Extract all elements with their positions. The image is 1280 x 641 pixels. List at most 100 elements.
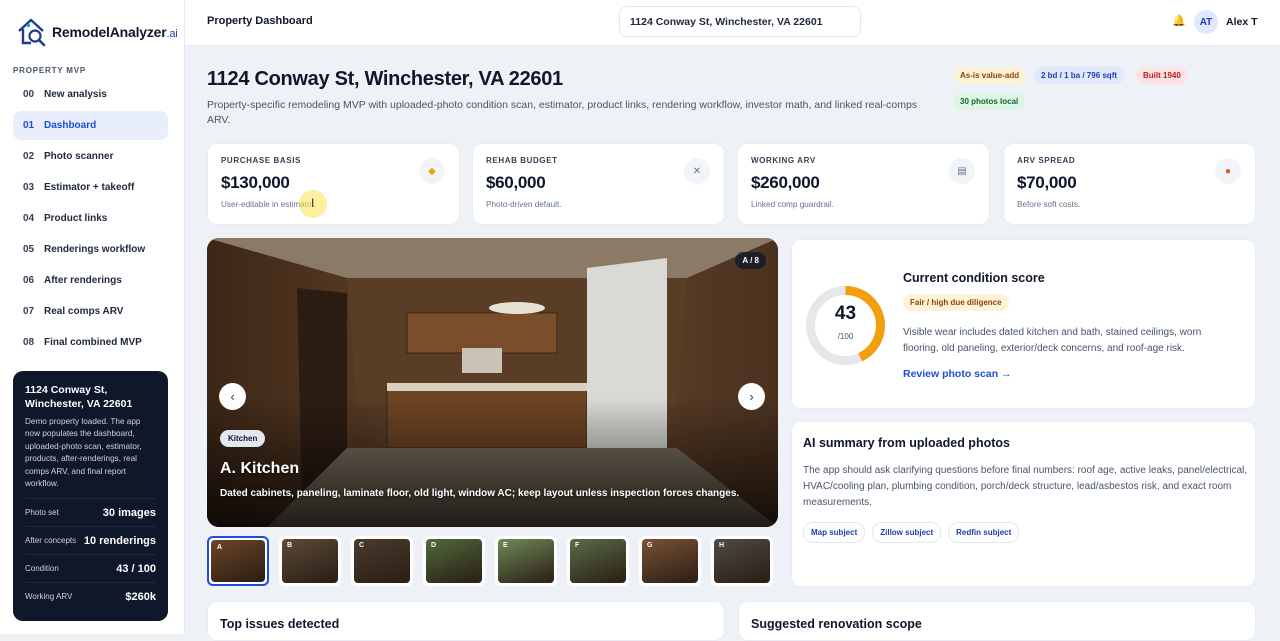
kpi-value: $60,000 <box>486 173 546 192</box>
score-ring-chart <box>806 286 885 365</box>
nav-item-label: Final combined MVP <box>44 337 142 348</box>
room-tag: Kitchen <box>220 430 266 447</box>
bell-icon[interactable]: 🔔 <box>1172 14 1186 27</box>
app-logo[interactable]: RemodelAnalyzer.ai <box>16 16 178 48</box>
kpi-note: Photo-driven default. <box>486 200 562 209</box>
thumbnail-letter: D <box>431 542 437 549</box>
nav-item-number: 01 <box>23 120 35 131</box>
badge-year-built: Built 1940 <box>1136 67 1188 84</box>
thumbnail-letter: F <box>575 542 580 549</box>
sidebar-item-dashboard[interactable]: 01 Dashboard <box>13 111 168 140</box>
thumbnail-letter: E <box>503 542 508 549</box>
nav-item-label: Photo scanner <box>44 151 114 162</box>
photo-counter: A / 8 <box>735 252 766 269</box>
ai-summary-card: AI summary from uploaded photos The app … <box>791 421 1256 587</box>
photo-viewer[interactable]: A / 8 ‹ › Kitchen A. Kitchen Dated cabin… <box>207 238 778 527</box>
redfin-subject-link[interactable]: Redfin subject <box>948 522 1020 543</box>
sidebar-item-estimator-takeoff[interactable]: 03 Estimator + takeoff <box>13 173 168 202</box>
nav-item-label: Real comps ARV <box>44 306 124 317</box>
property-summary-card: 1124 Conway St, Winchester, VA 22601 Dem… <box>13 371 168 621</box>
zillow-subject-link[interactable]: Zillow subject <box>872 522 942 543</box>
condition-title: Current condition score <box>903 271 1045 285</box>
condition-card: 43 /100 Current condition score Fair / h… <box>791 239 1256 409</box>
sidebar-item-new-analysis[interactable]: 00 New analysis <box>13 80 168 109</box>
renovation-scope-card: Suggested renovation scope <box>738 601 1256 641</box>
thumbnail-letter: A <box>217 544 223 551</box>
kpi-note: Before soft costs. <box>1017 200 1081 209</box>
thumbnail-letter: G <box>647 542 653 549</box>
logo-text: RemodelAnalyzer.ai <box>52 24 178 40</box>
nav-item-label: After renderings <box>44 275 122 286</box>
summary-stat: After concepts 10 renderings <box>25 526 156 554</box>
nav-item-label: Estimator + takeoff <box>44 182 135 193</box>
text-cursor-icon: I <box>311 196 315 210</box>
sidebar-item-after-renderings[interactable]: 06 After renderings <box>13 266 168 295</box>
kpi-label: REHAB BUDGET <box>486 156 558 165</box>
kpi-value: $70,000 <box>1017 173 1077 192</box>
thumbnail-e[interactable]: E <box>495 536 557 586</box>
nav-item-number: 00 <box>23 89 35 100</box>
thumbnail-letter: B <box>287 542 293 549</box>
mouse-cursor-highlight: I <box>299 190 327 218</box>
address-search-input[interactable] <box>619 6 861 37</box>
badge-photo-count: 30 photos local <box>953 93 1026 110</box>
nav-section-label: PROPERTY MVP <box>13 66 87 75</box>
kpi-purchase-basis[interactable]: PURCHASE BASIS $130,000 User-editable in… <box>207 143 460 225</box>
user-name[interactable]: Alex T <box>1226 16 1258 28</box>
nav-item-number: 07 <box>23 306 35 317</box>
prev-photo-button[interactable]: ‹ <box>219 383 246 410</box>
nav-item-label: Product links <box>44 213 108 224</box>
kpi-arv-spread[interactable]: ARV SPREAD $70,000 Before soft costs. ● <box>1003 143 1256 225</box>
nav-item-label: Dashboard <box>44 120 97 131</box>
nav-item-label: Renderings workflow <box>44 244 146 255</box>
thumbnail-h[interactable]: H <box>711 536 773 586</box>
thumbnail-g[interactable]: G <box>639 536 701 586</box>
condition-rating-badge: Fair / high due diligence <box>903 294 1009 311</box>
kpi-value: $260,000 <box>751 173 820 192</box>
nav-item-number: 08 <box>23 337 35 348</box>
thumbnail-a[interactable]: A <box>207 536 269 586</box>
avatar[interactable]: AT <box>1194 10 1218 34</box>
thumbnail-b[interactable]: B <box>279 536 341 586</box>
condition-score-ring: 43 /100 <box>803 283 888 368</box>
ai-summary-title: AI summary from uploaded photos <box>803 436 1010 450</box>
nav-item-number: 06 <box>23 275 35 286</box>
thumbnail-d[interactable]: D <box>423 536 485 586</box>
thumbnail-c[interactable]: C <box>351 536 413 586</box>
stat-label: After concepts <box>25 536 77 546</box>
photo-description: Dated cabinets, paneling, laminate floor… <box>220 488 740 499</box>
nav-item-number: 02 <box>23 151 35 162</box>
kitchen-photo <box>207 238 778 527</box>
sidebar-item-final-combined-mvp[interactable]: 08 Final combined MVP <box>13 328 168 357</box>
next-photo-button[interactable]: › <box>738 383 765 410</box>
house-magnifier-icon <box>18 18 46 47</box>
thumbnail-f[interactable]: F <box>567 536 629 586</box>
property-title: 1124 Conway St, Winchester, VA 22601 <box>207 68 563 90</box>
stat-label: Photo set <box>25 508 59 518</box>
sidebar: RemodelAnalyzer.ai PROPERTY MVP 00 New an… <box>0 0 185 634</box>
summary-description: Demo property loaded. The app now popula… <box>25 417 142 489</box>
stat-value: 30 images <box>102 506 156 519</box>
badge-value-add: As-is value-add <box>953 67 1027 84</box>
photo-title: A. Kitchen <box>220 460 300 477</box>
sidebar-item-photo-scanner[interactable]: 02 Photo scanner <box>13 142 168 171</box>
kpi-working-arv[interactable]: WORKING ARV $260,000 Linked comp guardra… <box>737 143 990 225</box>
kpi-rehab-budget[interactable]: REHAB BUDGET $60,000 Photo-driven defaul… <box>472 143 725 225</box>
summary-stat: Working ARV $260k <box>25 582 156 610</box>
map-subject-link[interactable]: Map subject <box>803 522 866 543</box>
nav-item-number: 03 <box>23 182 35 193</box>
property-subtitle: Property-specific remodeling MVP with up… <box>207 99 918 126</box>
summary-stat: Photo set 30 images <box>25 498 156 526</box>
review-photo-scan-link[interactable]: Review photo scan → <box>903 368 1012 380</box>
fire-icon: ● <box>1215 158 1241 184</box>
sidebar-item-product-links[interactable]: 04 Product links <box>13 204 168 233</box>
nav-item-label: New analysis <box>44 89 107 100</box>
top-issues-title: Top issues detected <box>220 617 340 631</box>
stat-label: Working ARV <box>25 592 73 602</box>
nav-item-number: 05 <box>23 244 35 255</box>
kpi-note: User-editable in estimator. <box>221 200 317 209</box>
nav-item-number: 04 <box>23 213 35 224</box>
renovation-scope-title: Suggested renovation scope <box>751 617 922 631</box>
sidebar-item-renderings-workflow[interactable]: 05 Renderings workflow <box>13 235 168 264</box>
sidebar-item-real-comps-arv[interactable]: 07 Real comps ARV <box>13 297 168 326</box>
